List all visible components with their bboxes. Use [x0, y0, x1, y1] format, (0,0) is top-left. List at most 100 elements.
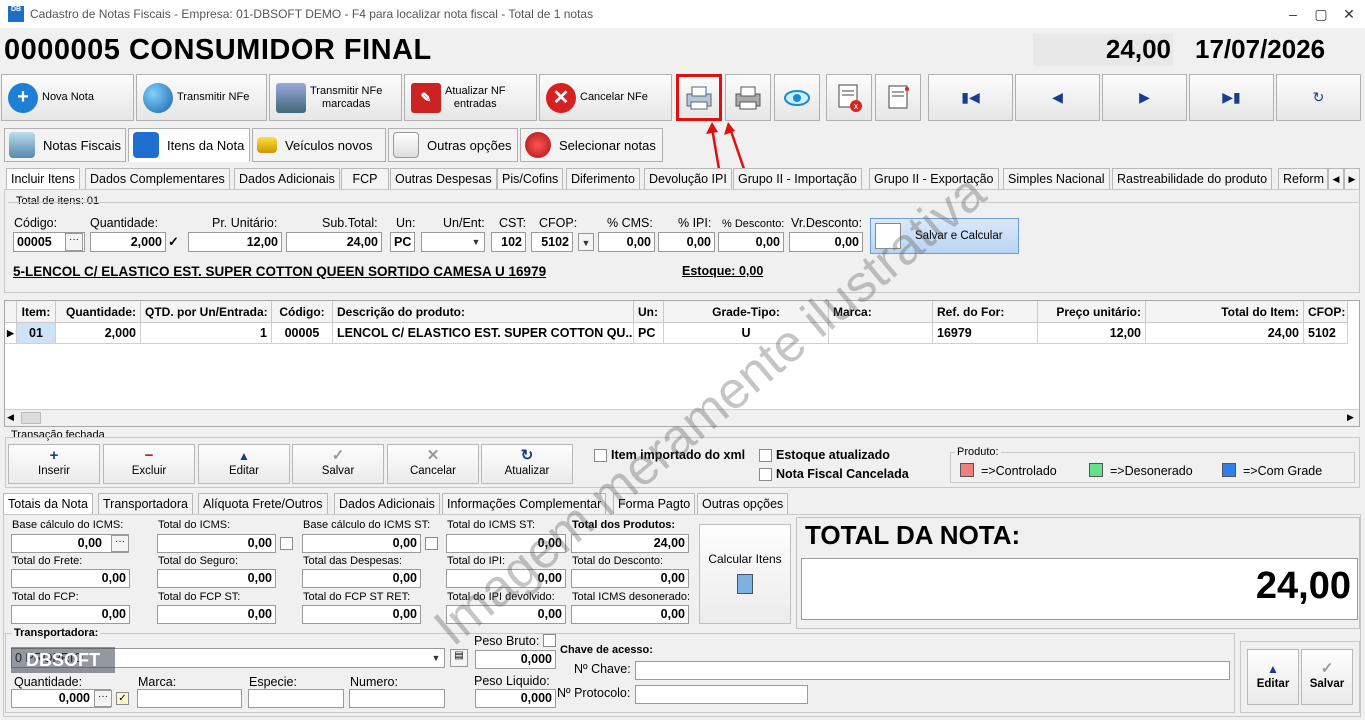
subtab-outras-despesas[interactable]: Outras Despesas [390, 168, 497, 190]
cancelar-button[interactable]: ✕ Cancelar [387, 444, 479, 484]
cancelar-nfe-button[interactable]: ✕ Cancelar NFe [539, 74, 672, 121]
subtab-rastreabilidade[interactable]: Rastreabilidade do produto [1112, 168, 1273, 190]
prev-record-button[interactable]: ◀ [1015, 74, 1100, 121]
subtab-scroll-right[interactable]: ▶ [1344, 168, 1360, 190]
tab-outras-opcoes[interactable]: Outras opções [388, 128, 518, 162]
chevron-down-icon[interactable]: ▼ [428, 649, 444, 667]
transmitir-marcadas-button[interactable]: Transmitir NFe marcadas [269, 74, 402, 121]
subtab-fcp[interactable]: FCP [341, 168, 389, 190]
excluir-button[interactable]: − Excluir [103, 444, 195, 484]
cst-input[interactable]: 102 [491, 232, 526, 252]
header-quantidade[interactable]: Quantidade: [56, 301, 141, 323]
cell-un[interactable]: PC [634, 323, 664, 344]
first-record-button[interactable]: ▮◀ [928, 74, 1013, 121]
header-item[interactable]: Item: [17, 301, 56, 323]
atualizar-button[interactable]: ↻ Atualizar [481, 444, 573, 484]
header-marca[interactable]: Marca: [829, 301, 933, 323]
header-qtd-un-entrada[interactable]: QTD. por Un/Entrada: [141, 301, 272, 323]
peso-bruto-input[interactable]: 0,000 [475, 650, 556, 669]
subtab-diferimento[interactable]: Diferimento [566, 168, 640, 190]
cfop-dropdown-button[interactable]: ▼ [578, 233, 594, 251]
cell-total-item[interactable]: 24,00 [1146, 323, 1304, 344]
total-icms-input[interactable]: 0,00 [157, 534, 276, 553]
transmitir-nfe-button[interactable]: Transmitir NFe [136, 74, 267, 121]
subtab-reform[interactable]: Reform [1278, 168, 1328, 190]
excluir-xml-button[interactable]: x [826, 74, 872, 121]
nova-nota-button[interactable]: + Nova Nota [1, 74, 134, 121]
item-importado-checkbox[interactable] [594, 449, 607, 462]
subtab-importacao[interactable]: Grupo II - Importação [733, 168, 862, 190]
cell-preco-unitario[interactable]: 12,00 [1038, 323, 1146, 344]
n-protocolo-input[interactable] [635, 685, 808, 704]
numero-input[interactable] [349, 689, 445, 708]
atualizar-nf-button[interactable]: ✎ Atualizar NF entradas [404, 74, 537, 121]
tab-totais-da-nota[interactable]: Totais da Nota [3, 493, 93, 515]
header-preco-unitario[interactable]: Preço unitário: [1038, 301, 1146, 323]
cell-descricao[interactable]: LENCOL C/ ELASTICO EST. SUPER COTTON QU.… [333, 323, 634, 344]
sub-total-input[interactable]: 24,00 [286, 232, 382, 252]
salvar-button[interactable]: ✓ Salvar [292, 444, 384, 484]
subtab-dados-complementares[interactable]: Dados Complementares [85, 168, 230, 190]
total-fcp-st-input[interactable]: 0,00 [157, 605, 276, 624]
nf-cancelada-checkbox[interactable] [759, 468, 772, 481]
tab-veiculos-novos[interactable]: Veículos novos [252, 128, 386, 162]
n-chave-input[interactable] [635, 661, 1230, 680]
header-ref-for[interactable]: Ref. do For: [933, 301, 1038, 323]
last-record-button[interactable]: ▶▮ [1189, 74, 1274, 121]
total-produtos-input[interactable]: 24,00 [571, 534, 689, 553]
subtab-dados-adicionais[interactable]: Dados Adicionais [234, 168, 340, 190]
estoque-atualizado-checkbox[interactable] [759, 449, 772, 462]
un-input[interactable]: PC [390, 232, 415, 252]
tab-itens-da-nota[interactable]: Itens da Nota [128, 128, 250, 162]
total-icms-st-input[interactable]: 0,00 [446, 534, 566, 553]
codigo-lookup-button[interactable]: ··· [65, 233, 83, 251]
marca-input[interactable] [137, 689, 242, 708]
total-fcp-input[interactable]: 0,00 [11, 605, 130, 624]
cell-marca[interactable] [829, 323, 933, 344]
cfop-input[interactable]: 5102 [531, 232, 573, 252]
salvar-calcular-button[interactable]: Salvar e Calcular [870, 218, 1019, 254]
cell-qtd-un-entrada[interactable]: 1 [141, 323, 272, 344]
quantidade-checkbox[interactable]: ✓ [116, 692, 129, 705]
total-icms-desonerado-input[interactable]: 0,00 [571, 605, 689, 624]
maximize-button[interactable]: ▢ [1308, 4, 1334, 24]
tab-aliquota-frete[interactable]: Alíquota Frete/Outros [198, 493, 328, 515]
p-desconto-input[interactable]: 0,00 [718, 232, 784, 252]
tab-transportadora[interactable]: Transportadora [98, 493, 193, 515]
minimize-button[interactable]: – [1280, 4, 1306, 24]
transp-salvar-button[interactable]: ✓ Salvar [1301, 649, 1353, 705]
subtab-incluir-itens[interactable]: Incluir Itens [6, 168, 80, 190]
next-record-button[interactable]: ▶ [1102, 74, 1187, 121]
quantidade-input[interactable]: 2,000 [90, 232, 166, 252]
consulta-button[interactable] [774, 74, 820, 121]
print-preview-button[interactable] [725, 74, 771, 121]
tab-forma-pagto[interactable]: Forma Pagto [613, 493, 696, 515]
cell-codigo[interactable]: 00005 [272, 323, 333, 344]
total-ipi-input[interactable]: 0,00 [446, 569, 566, 588]
subtab-scroll-left[interactable]: ◀ [1328, 168, 1344, 190]
header-cfop[interactable]: CFOP: [1304, 301, 1348, 323]
total-icms-checkbox[interactable] [280, 537, 293, 550]
total-despesas-input[interactable]: 0,00 [302, 569, 421, 588]
header-total-item[interactable]: Total do Item: [1146, 301, 1304, 323]
cell-cfop[interactable]: 5102 [1304, 323, 1348, 344]
total-desconto-input[interactable]: 0,00 [571, 569, 689, 588]
tab-selecionar-notas[interactable]: Selecionar notas [520, 128, 663, 162]
tab-notas-fiscais[interactable]: Notas Fiscais [4, 128, 126, 162]
scroll-left-icon[interactable]: ◀ [7, 412, 14, 423]
subtab-exportacao[interactable]: Grupo II - Exportação [869, 168, 999, 190]
total-ipi-devolvido-input[interactable]: 0,00 [446, 605, 566, 624]
refresh-button[interactable]: ↻ [1276, 74, 1361, 121]
quantidade-lookup-button[interactable]: ··· [94, 690, 112, 707]
chevron-down-icon[interactable]: ▼ [468, 233, 484, 251]
vr-desconto-input[interactable]: 0,00 [789, 232, 863, 252]
subtab-simples-nacional[interactable]: Simples Nacional [1003, 168, 1110, 190]
scroll-thumb[interactable] [21, 412, 41, 424]
header-un[interactable]: Un: [634, 301, 664, 323]
base-icms-st-checkbox[interactable] [425, 537, 438, 550]
grid-horizontal-scrollbar[interactable]: ◀ ▶ [5, 409, 1359, 426]
header-grade-tipo[interactable]: Grade-Tipo: [664, 301, 829, 323]
cell-quantidade[interactable]: 2,000 [56, 323, 141, 344]
tab-outras-opcoes-bottom[interactable]: Outras opções [697, 493, 789, 515]
subtab-devolucao-ipi[interactable]: Devolução IPI [644, 168, 732, 190]
